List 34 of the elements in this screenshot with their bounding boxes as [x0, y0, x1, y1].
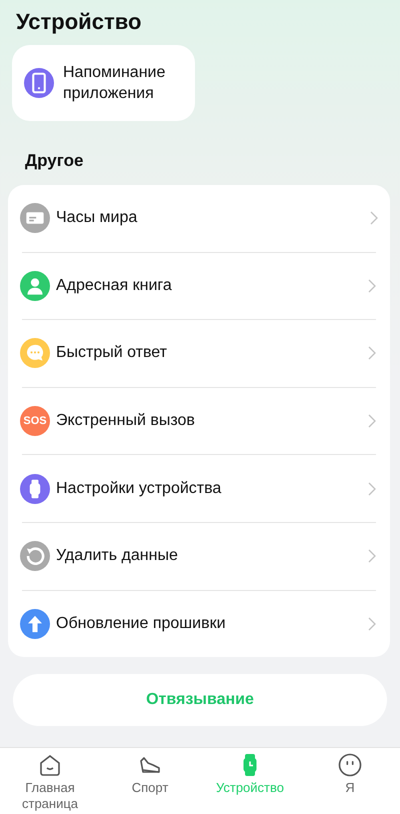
- chevron-icon: [368, 616, 376, 631]
- list-item[interactable]: Часы мира: [8, 185, 390, 252]
- upload-icon: [20, 608, 50, 639]
- chat-bubble-icon: [20, 338, 50, 368]
- chevron-icon: [368, 278, 376, 293]
- home-icon: [37, 752, 63, 778]
- watch-icon: [20, 474, 50, 504]
- card-icon: [20, 203, 50, 234]
- tab-label: Я: [344, 780, 356, 796]
- tab[interactable]: Я: [300, 748, 400, 814]
- list-item[interactable]: Удалить данные: [22, 522, 376, 590]
- tab[interactable]: Спорт: [100, 748, 200, 814]
- list-item[interactable]: Настройки устройства: [22, 454, 376, 522]
- sos-icon: SOS: [20, 406, 50, 436]
- phone-icon: [24, 68, 54, 98]
- reset-icon: [20, 541, 50, 572]
- face-icon: [337, 752, 363, 778]
- person-icon: [20, 270, 50, 301]
- chevron-icon: [368, 549, 376, 564]
- tab[interactable]: Главная страница: [0, 748, 100, 814]
- shortcut-card[interactable]: Напоминание приложения: [12, 45, 195, 121]
- list-item[interactable]: SOS Экстренный вызов: [22, 386, 376, 454]
- chevron-icon: [368, 414, 376, 428]
- list-item[interactable]: Быстрый ответ: [22, 319, 376, 387]
- tab-label: Спорт: [130, 780, 170, 796]
- chevron-icon: [368, 482, 376, 496]
- section-title: Другое: [25, 151, 84, 171]
- chevron-icon: [368, 346, 376, 360]
- page-title: Устройство: [16, 10, 142, 34]
- tab-label: Устройство: [215, 780, 285, 796]
- list-item[interactable]: Обновление прошивки: [22, 590, 376, 658]
- chevron-icon: [370, 211, 378, 226]
- list-item[interactable]: Адресная книга: [22, 252, 376, 320]
- tab-label: Главная страница: [20, 780, 80, 812]
